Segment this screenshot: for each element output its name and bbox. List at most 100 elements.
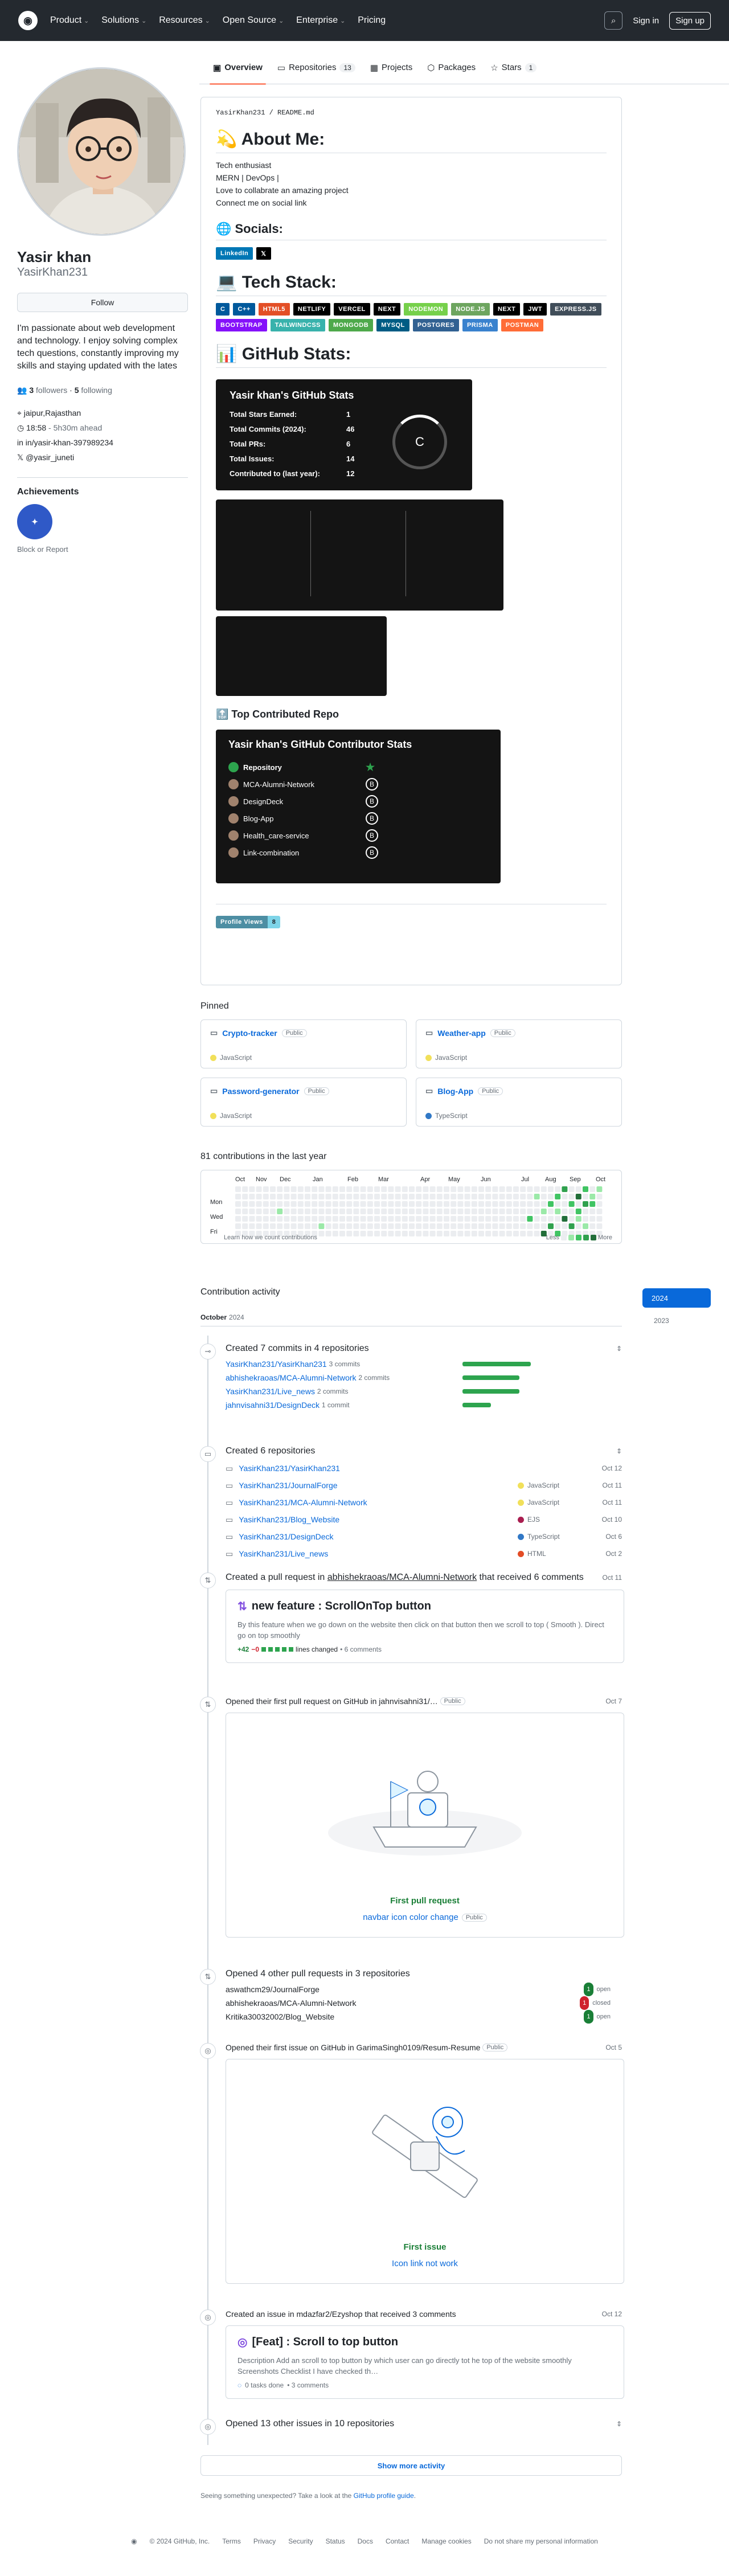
commit-count[interactable]: 1 commit [322,1398,350,1412]
contribution-day[interactable] [423,1194,429,1199]
contribution-day[interactable] [492,1223,498,1229]
contribution-day[interactable] [332,1231,338,1236]
contribution-day[interactable] [374,1186,380,1192]
contribution-day[interactable] [457,1216,464,1222]
contribution-day[interactable] [332,1186,338,1192]
pr-repo-link[interactable]: abhishekraoas/MCA-Alumni-Network [327,1572,477,1583]
contribution-day[interactable] [360,1201,366,1207]
contribution-day[interactable] [527,1209,533,1214]
contribution-day[interactable] [256,1194,262,1199]
contribution-day[interactable] [548,1201,554,1207]
contribution-day[interactable] [457,1223,464,1229]
contribution-day[interactable] [360,1216,366,1222]
tab-projects[interactable]: ▦ Projects [370,51,412,84]
contribution-day[interactable] [450,1209,457,1214]
contribution-day[interactable] [297,1186,304,1192]
contribution-day[interactable] [416,1231,422,1236]
contribution-day[interactable] [242,1216,248,1222]
contribution-day[interactable] [284,1201,290,1207]
contribution-day[interactable] [429,1201,436,1207]
year-2024-button[interactable]: 2024 [642,1288,711,1308]
sign-in-link[interactable]: Sign in [633,16,659,26]
contribution-day[interactable] [583,1194,588,1199]
contribution-day[interactable] [423,1216,429,1222]
contribution-day[interactable] [339,1209,345,1214]
contribution-day[interactable] [583,1209,588,1214]
contribution-day[interactable] [450,1186,457,1192]
contribution-day[interactable] [485,1223,492,1229]
contribution-day[interactable] [374,1194,380,1199]
commit-repo-link[interactable]: jahnvisahni31/DesignDeck [226,1398,320,1412]
contribution-day[interactable] [471,1209,477,1214]
contribution-day[interactable] [346,1216,353,1222]
contribution-day[interactable] [575,1186,581,1192]
contribution-day[interactable] [388,1231,394,1236]
achievement-badge-icon[interactable]: ✦ [17,504,52,539]
contribution-day[interactable] [540,1201,547,1207]
contribution-day[interactable] [436,1231,443,1236]
contribution-day[interactable] [575,1201,581,1207]
contribution-day[interactable] [374,1201,380,1207]
contribution-day[interactable] [402,1201,408,1207]
contribution-day[interactable] [402,1216,408,1222]
contribution-day[interactable] [492,1194,498,1199]
contribution-day[interactable] [374,1216,380,1222]
contribution-day[interactable] [575,1194,581,1199]
contribution-day[interactable] [506,1231,512,1236]
contribution-day[interactable] [416,1186,422,1192]
contribution-day[interactable] [562,1216,568,1222]
pr-repo-link[interactable]: aswathcm29/JournalForge [226,1983,320,1996]
contribution-day[interactable] [409,1209,415,1214]
twitter-link[interactable]: @yasir_juneti [26,453,74,462]
contribution-day[interactable] [242,1223,248,1229]
contribution-day[interactable] [513,1186,519,1192]
contribution-day[interactable] [562,1201,568,1207]
contribution-day[interactable] [450,1201,457,1207]
contribution-day[interactable] [346,1201,353,1207]
contribution-day[interactable] [402,1194,408,1199]
contribution-day[interactable] [395,1209,401,1214]
contribution-day[interactable] [339,1186,345,1192]
contribution-day[interactable] [464,1201,470,1207]
contribution-day[interactable] [360,1223,366,1229]
contribution-day[interactable] [555,1216,561,1222]
contribution-day[interactable] [596,1223,603,1229]
contribution-day[interactable] [312,1223,318,1229]
nav-resources[interactable]: Resources [159,15,202,25]
contribution-day[interactable] [353,1209,359,1214]
contribution-day[interactable] [471,1194,477,1199]
linkedin-badge[interactable]: LinkedIn [216,247,253,260]
contribution-day[interactable] [297,1194,304,1199]
contribution-day[interactable] [506,1194,512,1199]
contribution-day[interactable] [374,1209,380,1214]
contribution-day[interactable] [409,1201,415,1207]
contribution-day[interactable] [485,1186,492,1192]
contribution-day[interactable] [444,1209,449,1214]
collapse-icon[interactable]: ⇕ [616,1447,622,1455]
contribution-day[interactable] [589,1186,596,1192]
contribution-day[interactable] [353,1223,359,1229]
contribution-day[interactable] [506,1201,512,1207]
contribution-day[interactable] [583,1216,588,1222]
contribution-day[interactable] [270,1194,276,1199]
contribution-day[interactable] [589,1201,596,1207]
contribution-day[interactable] [457,1209,464,1214]
contribution-day[interactable] [381,1201,387,1207]
contribution-day[interactable] [318,1194,325,1199]
contribution-day[interactable] [444,1231,449,1236]
contribution-day[interactable] [423,1209,429,1214]
contribution-day[interactable] [548,1186,554,1192]
contribution-day[interactable] [312,1201,318,1207]
pr-repo-link[interactable]: Kritika30032002/Blog_Website [226,2010,334,2024]
tab-overview[interactable]: ▣ Overview [210,51,266,85]
contribution-day[interactable] [429,1194,436,1199]
contribution-day[interactable] [471,1231,477,1236]
contribution-day[interactable] [527,1231,533,1236]
commit-count[interactable]: 2 commits [317,1385,349,1398]
sign-up-button[interactable]: Sign up [669,11,711,30]
linkedin-row[interactable]: in in/yasir-khan-397989234 [17,435,188,450]
contribution-day[interactable] [395,1216,401,1222]
contribution-day[interactable] [429,1231,436,1236]
contribution-day[interactable] [548,1194,554,1199]
contribution-day[interactable] [583,1201,588,1207]
